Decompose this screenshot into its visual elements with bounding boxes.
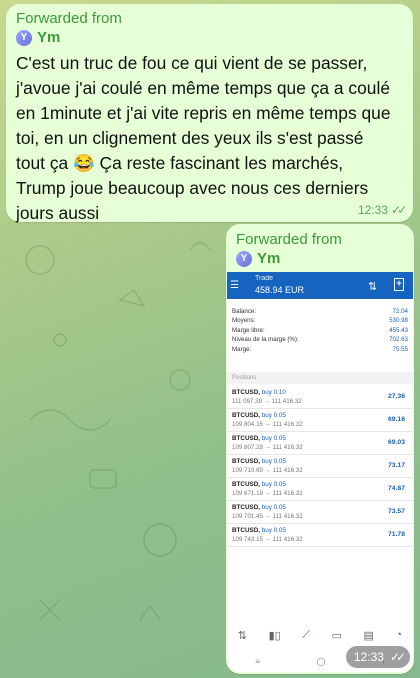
message-line: tout ça 😂 Ça reste fascinant les marchés… bbox=[16, 153, 344, 173]
app-title: Trade bbox=[255, 275, 274, 282]
position-prices: 109 710.69 → 111 416.32 bbox=[232, 467, 303, 474]
summary-value: 72.04 bbox=[392, 308, 408, 315]
chart-icon: ▮▯ bbox=[268, 629, 281, 642]
summary-value: 455.43 bbox=[389, 326, 408, 334]
summary-label: Moyens: bbox=[232, 317, 256, 325]
message-time: 12:33 ✓✓ bbox=[358, 203, 407, 217]
position-symbol: BTCUSD, buy 0.05 bbox=[232, 504, 286, 511]
side-text: buy 0.05 bbox=[261, 481, 286, 488]
new-order-icon: + bbox=[394, 278, 404, 291]
sort-icon: ⇅ bbox=[368, 281, 378, 293]
position-symbol: BTCUSD, buy 0.05 bbox=[232, 412, 286, 419]
summary-value: 75.55 bbox=[392, 345, 408, 353]
position-row: BTCUSD, buy 0.05 109 804.16 → 111 416.32… bbox=[227, 409, 413, 432]
summary-label: Marge: bbox=[232, 345, 252, 353]
message-bubble-1[interactable]: Forwarded from Y Ym C'est un truc de fou… bbox=[6, 4, 413, 223]
summary-row: Marge: 75.55 bbox=[232, 345, 408, 354]
message-line: Trump joue beaucoup avec nous ces dernie… bbox=[16, 178, 369, 198]
summary-row: Balance: 72.04 bbox=[232, 307, 408, 316]
position-prices: 109 804.16 → 111 416.32 bbox=[232, 421, 303, 428]
position-prices: 111 097.39 → 111 416.32 bbox=[232, 398, 302, 405]
position-symbol: BTCUSD, buy 0.05 bbox=[232, 481, 286, 488]
position-row: BTCUSD, buy 0.05 109 743.15 → 111 416.32… bbox=[227, 524, 413, 547]
equity-header: 458.94 EUR bbox=[255, 285, 305, 295]
position-row: BTCUSD, buy 0.05 109 807.28 → 111 416.32… bbox=[227, 432, 413, 455]
sender-name[interactable]: Ym bbox=[37, 29, 60, 46]
positions-header: Positions bbox=[227, 372, 413, 384]
recents-icon: ≡ bbox=[255, 656, 260, 666]
position-profit: 71.78 bbox=[387, 531, 405, 538]
position-row: BTCUSD, buy 0.10 111 097.39 → 111 416.32… bbox=[227, 386, 413, 409]
screenshot-image[interactable]: ☰ Trade 458.94 EUR ⇅ + Balance: 72.04 Moy… bbox=[227, 272, 413, 672]
history-icon: ▭ bbox=[331, 629, 342, 642]
message-time-overlay: 12:33 ✓✓ bbox=[346, 646, 410, 668]
read-ticks-icon: ✓✓ bbox=[391, 203, 407, 217]
time-text: 12:33 bbox=[353, 650, 384, 664]
read-ticks-icon: ✓✓ bbox=[389, 650, 406, 664]
message-line: C'est un truc de fou ce qui vient de se … bbox=[16, 53, 368, 73]
symbol-text: BTCUSD, bbox=[232, 389, 260, 396]
symbol-text: BTCUSD, bbox=[232, 458, 260, 465]
position-symbol: BTCUSD, buy 0.05 bbox=[232, 458, 286, 465]
summary-value: 530.98 bbox=[389, 317, 408, 325]
position-prices: 109 671.19 → 111 416.32 bbox=[232, 490, 303, 497]
chat-icon: ◔ bbox=[395, 629, 403, 641]
app-tab-bar: ⇅ ▮▯ ⟋ ▭ ▤ ◔ bbox=[227, 622, 413, 648]
position-profit: 74.87 bbox=[387, 485, 405, 492]
position-prices: 109 807.28 → 111 416.32 bbox=[232, 444, 303, 451]
time-text: 12:33 bbox=[358, 203, 389, 217]
summary-label: Niveau de la marge (%): bbox=[232, 336, 299, 344]
side-text: buy 0.05 bbox=[261, 527, 286, 534]
trade-icon: ⟋ bbox=[302, 628, 310, 641]
symbol-text: BTCUSD, bbox=[232, 412, 260, 419]
side-text: buy 0.05 bbox=[261, 504, 286, 511]
home-icon: ◯ bbox=[316, 656, 326, 666]
position-profit: 69.16 bbox=[387, 416, 405, 423]
summary-row: Niveau de la marge (%): 702.63 bbox=[232, 335, 408, 344]
side-text: buy 0.05 bbox=[261, 412, 286, 419]
news-icon: ▤ bbox=[363, 629, 374, 642]
quotes-icon: ⇅ bbox=[237, 629, 247, 642]
message-line: j'avoue j'ai coulé en même temps que ça … bbox=[16, 78, 390, 98]
summary-label: Marge libre: bbox=[232, 326, 265, 334]
position-prices: 109 701.45 → 111 416.32 bbox=[232, 513, 303, 520]
account-summary: Balance: 72.04 Moyens: 530.98 Marge libre:… bbox=[232, 307, 408, 354]
position-profit: 73.57 bbox=[387, 508, 405, 515]
position-profit: 27.36 bbox=[387, 393, 405, 400]
symbol-text: BTCUSD, bbox=[232, 481, 260, 488]
sender-name[interactable]: Ym bbox=[257, 250, 280, 267]
position-profit: 73.17 bbox=[387, 462, 405, 469]
sender[interactable]: Y Ym bbox=[16, 29, 60, 46]
symbol-text: BTCUSD, bbox=[232, 527, 260, 534]
message-line: jours aussi bbox=[16, 203, 100, 223]
message-line: toi, en un clignement des yeux ils s'est… bbox=[16, 128, 364, 148]
message-line: en 1minute et j'ai vite repris en même t… bbox=[16, 103, 391, 123]
position-row: BTCUSD, buy 0.05 109 671.19 → 111 416.32… bbox=[227, 478, 413, 501]
sender-avatar[interactable]: Y bbox=[16, 29, 32, 46]
position-symbol: BTCUSD, buy 0.05 bbox=[232, 527, 286, 534]
position-symbol: BTCUSD, buy 0.05 bbox=[232, 435, 286, 442]
position-profit: 69.03 bbox=[387, 439, 405, 446]
side-text: buy 0.05 bbox=[261, 458, 286, 465]
symbol-text: BTCUSD, bbox=[232, 435, 260, 442]
summary-row: Marge libre: 455.43 bbox=[232, 326, 408, 335]
symbol-text: BTCUSD, bbox=[232, 504, 260, 511]
position-prices: 109 743.15 → 111 416.32 bbox=[232, 536, 303, 543]
forwarded-label: Forwarded from bbox=[236, 231, 342, 248]
side-text: buy 0.05 bbox=[261, 435, 286, 442]
sender-avatar[interactable]: Y bbox=[236, 250, 252, 267]
app-bar: ☰ Trade 458.94 EUR ⇅ + bbox=[227, 272, 413, 299]
position-row: BTCUSD, buy 0.05 109 710.69 → 111 416.32… bbox=[227, 455, 413, 478]
summary-row: Moyens: 530.98 bbox=[232, 316, 408, 325]
summary-value: 702.63 bbox=[389, 336, 408, 344]
forwarded-label: Forwarded from bbox=[16, 10, 122, 27]
message-text: C'est un truc de fou ce qui vient de se … bbox=[16, 51, 408, 226]
position-symbol: BTCUSD, buy 0.10 bbox=[232, 389, 286, 396]
summary-label: Balance: bbox=[232, 308, 257, 315]
side-text: buy 0.10 bbox=[261, 389, 286, 396]
sender[interactable]: Y Ym bbox=[236, 250, 280, 267]
position-row: BTCUSD, buy 0.05 109 701.45 → 111 416.32… bbox=[227, 501, 413, 524]
menu-icon: ☰ bbox=[230, 280, 239, 291]
